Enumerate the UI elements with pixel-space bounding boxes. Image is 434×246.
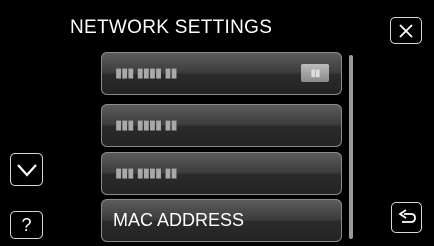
back-button[interactable] — [391, 202, 422, 233]
status-badge: ▮▮ — [301, 64, 329, 82]
list-item-label: ▮▮▮ ▮▮▮▮ ▮▮ — [115, 166, 178, 181]
list-item-1[interactable]: ▮▮▮ ▮▮▮▮ ▮▮ ▮▮ — [101, 52, 342, 95]
scrollbar[interactable] — [349, 55, 353, 239]
list-item-2[interactable]: ▮▮▮ ▮▮▮▮ ▮▮ — [101, 104, 342, 147]
close-button[interactable] — [390, 17, 422, 44]
scroll-down-button[interactable] — [10, 153, 43, 186]
close-icon — [399, 23, 413, 38]
help-button[interactable]: ? — [10, 211, 43, 239]
list-item-mac-address[interactable]: MAC ADDRESS — [101, 199, 342, 242]
help-label: ? — [21, 215, 32, 235]
chevron-down-icon — [16, 163, 37, 177]
list-item-3[interactable]: ▮▮▮ ▮▮▮▮ ▮▮ — [101, 152, 342, 195]
list-item-label: MAC ADDRESS — [113, 210, 245, 230]
page-title: NETWORK SETTINGS — [70, 17, 273, 38]
list-item-label: ▮▮▮ ▮▮▮▮ ▮▮ — [115, 66, 178, 81]
list-item-label: ▮▮▮ ▮▮▮▮ ▮▮ — [115, 118, 178, 133]
return-arrow-icon — [397, 208, 416, 223]
